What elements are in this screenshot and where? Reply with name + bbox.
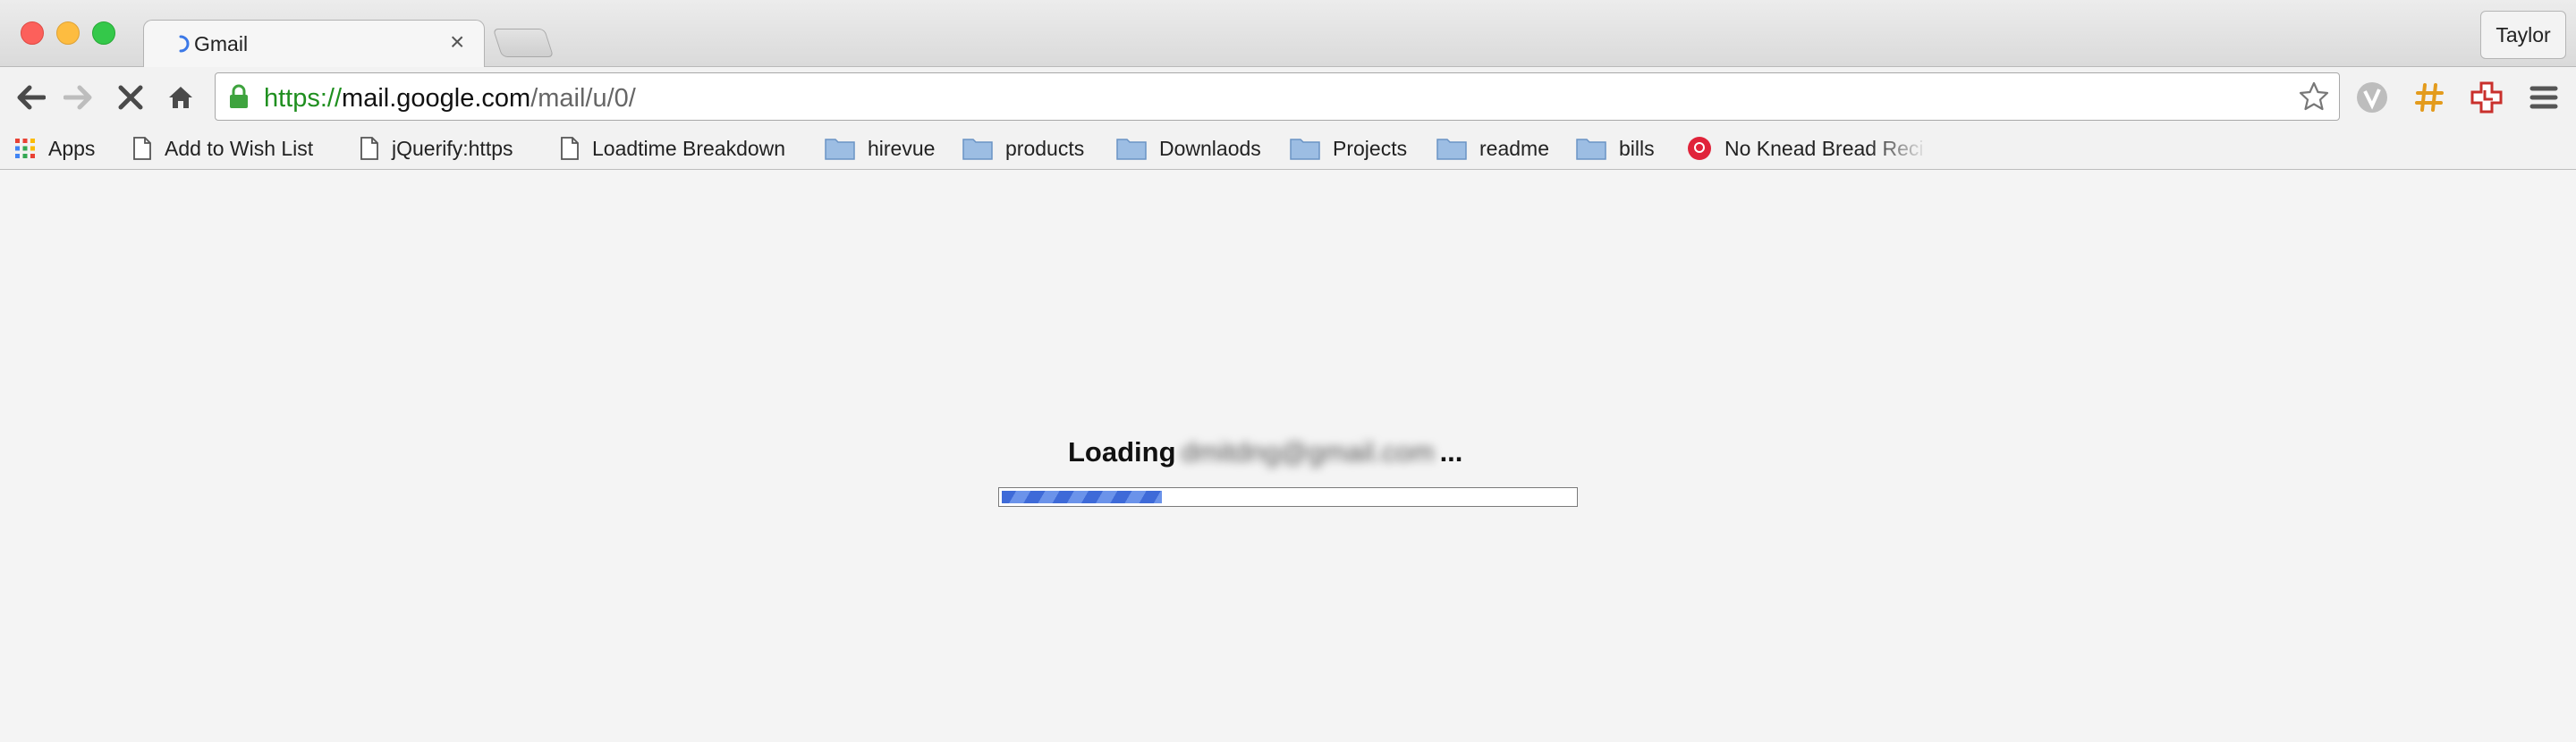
url-host: mail.google.com bbox=[342, 84, 531, 113]
stop-x-icon bbox=[118, 85, 143, 110]
window-minimize-button[interactable] bbox=[56, 21, 80, 45]
loading-suffix: ... bbox=[1439, 436, 1463, 468]
tab-title: Gmail bbox=[194, 32, 249, 55]
bookmark-no-knead-bread[interactable]: No Knead Bread Reci bbox=[1687, 133, 1928, 164]
profile-button[interactable]: Taylor bbox=[2480, 11, 2566, 59]
extension-v-icon[interactable] bbox=[2352, 78, 2392, 117]
bookmark-add-to-wish-list[interactable]: Add to Wish List bbox=[132, 133, 313, 164]
bookmark-label: Projects bbox=[1333, 136, 1408, 160]
loading-progress-bar bbox=[998, 487, 1578, 507]
bookmark-loadtime-breakdown[interactable]: Loadtime Breakdown bbox=[560, 133, 785, 164]
folder-icon bbox=[962, 139, 993, 160]
bookmark-label: Downlaods bbox=[1159, 136, 1261, 160]
tab-gmail[interactable]: Gmail × bbox=[143, 20, 485, 68]
bookmark-label: Apps bbox=[48, 136, 96, 160]
bookmark-label: Add to Wish List bbox=[165, 136, 314, 160]
address-bar[interactable]: https://mail.google.com/mail/u/0/ bbox=[215, 72, 2340, 121]
loading-spinner-icon bbox=[179, 35, 190, 53]
page-icon bbox=[360, 137, 378, 160]
folder-icon bbox=[1116, 139, 1147, 160]
bookmark-folder-products[interactable]: products bbox=[962, 133, 1084, 164]
window-maximize-button[interactable] bbox=[92, 21, 115, 45]
folder-icon bbox=[1290, 139, 1320, 160]
title-bar: Gmail × Taylor bbox=[0, 0, 2576, 68]
stop-button[interactable] bbox=[113, 80, 148, 115]
loading-prefix: Loading bbox=[1068, 436, 1176, 468]
extension-cross-icon[interactable] bbox=[2467, 78, 2506, 117]
menu-hamburger-icon[interactable] bbox=[2524, 78, 2563, 117]
lock-icon bbox=[230, 84, 248, 108]
folder-icon bbox=[825, 139, 855, 160]
bookmark-folder-projects[interactable]: Projects bbox=[1290, 133, 1407, 164]
url-path: /mail/u/0/ bbox=[530, 84, 636, 113]
back-button[interactable] bbox=[13, 80, 48, 115]
page-content: Loading dmitdng@gmail.com ... bbox=[0, 170, 2576, 742]
bookmark-label: No Knead Bread Reci bbox=[1724, 136, 1924, 160]
forward-arrow-icon bbox=[64, 85, 92, 110]
bookmark-label: products bbox=[1005, 136, 1085, 160]
tab-close-icon[interactable]: × bbox=[450, 28, 464, 55]
bookmark-folder-hirevue[interactable]: hirevue bbox=[825, 133, 935, 164]
bookmark-folder-downlaods[interactable]: Downlaods bbox=[1116, 133, 1261, 164]
home-button[interactable] bbox=[163, 80, 199, 115]
bookmark-folder-readme[interactable]: readme bbox=[1436, 133, 1549, 164]
new-tab-button[interactable] bbox=[492, 29, 555, 57]
back-arrow-icon bbox=[17, 85, 46, 110]
toolbar: https://mail.google.com/mail/u/0/ bbox=[0, 67, 2576, 128]
loading-email: dmitdng@gmail.com bbox=[1181, 436, 1435, 468]
bookmarks-bar: Apps Add to Wish List jQuerify:https Loa… bbox=[0, 128, 2576, 170]
page-icon bbox=[133, 137, 151, 160]
apps-grid-icon bbox=[15, 139, 35, 158]
bookmark-label: Loadtime Breakdown bbox=[592, 136, 786, 160]
bookmark-label: bills bbox=[1619, 136, 1655, 160]
bookmark-apps[interactable]: Apps bbox=[14, 133, 95, 164]
bookmark-star-icon[interactable] bbox=[2298, 80, 2330, 113]
bookmark-label: readme bbox=[1479, 136, 1549, 160]
folder-icon bbox=[1576, 139, 1606, 160]
extension-hash-icon[interactable] bbox=[2410, 78, 2449, 117]
bookmark-label: jQuerify:https bbox=[392, 136, 513, 160]
folder-icon bbox=[1436, 139, 1467, 160]
bookmark-label: hirevue bbox=[868, 136, 936, 160]
loading-progress-fill bbox=[1002, 491, 1162, 503]
favicon-red-icon bbox=[1688, 137, 1711, 160]
home-icon bbox=[169, 87, 192, 108]
forward-button[interactable] bbox=[61, 80, 97, 115]
page-icon bbox=[561, 137, 579, 160]
url-scheme: https:// bbox=[264, 84, 343, 113]
window-close-button[interactable] bbox=[21, 21, 44, 45]
loading-message: Loading dmitdng@gmail.com ... bbox=[1068, 436, 1462, 468]
url-text: https://mail.google.com/mail/u/0/ bbox=[264, 84, 636, 114]
bookmark-folder-bills[interactable]: bills bbox=[1576, 133, 1655, 164]
bookmark-jquerify[interactable]: jQuerify:https bbox=[360, 133, 513, 164]
